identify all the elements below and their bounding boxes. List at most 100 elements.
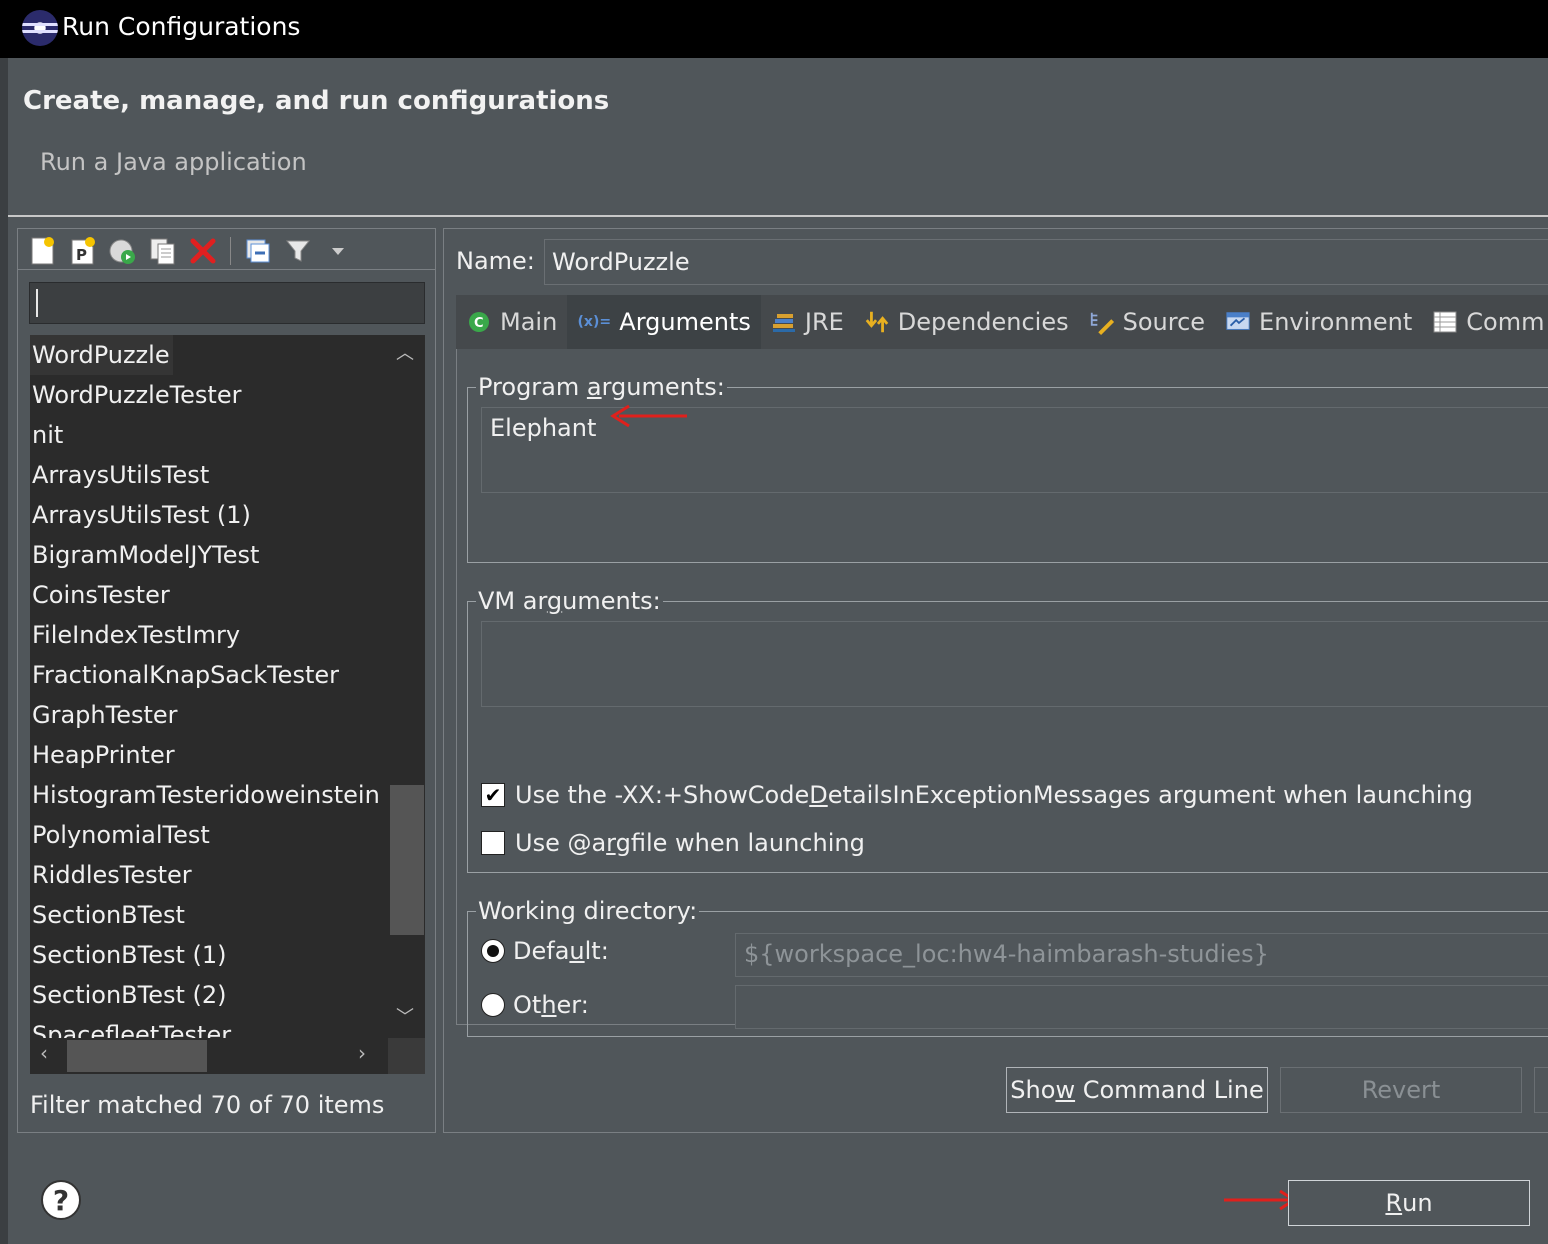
show-command-line-button[interactable]: Sho w Command Line: [1006, 1067, 1268, 1113]
export-icon[interactable]: [106, 234, 140, 268]
working-directory-label: Working directory:: [478, 897, 698, 925]
argfile-checkbox-label: Use @argfile when launching: [515, 829, 865, 857]
configuration-list-panel: P WordPuzzle WordPuzzleTester nit ArraysUti…: [17, 228, 436, 1133]
eclipse-logo-icon: [22, 10, 58, 46]
arguments-icon: (x)=: [577, 314, 612, 330]
other-directory-field[interactable]: [735, 985, 1548, 1029]
configuration-list-item[interactable]: FractionalKnapSackTester: [30, 655, 388, 695]
filter-input[interactable]: [42, 285, 412, 321]
scroll-right-icon[interactable]: ›: [358, 1041, 366, 1065]
dialog-header: Create, manage, and run configurations R…: [8, 58, 1548, 216]
configuration-list-item[interactable]: HeapPrinter: [30, 735, 388, 775]
toolbar-separator: [230, 237, 231, 265]
configuration-list-item[interactable]: SpacefleetTester: [30, 1015, 388, 1038]
header-separator: [8, 215, 1548, 217]
scroll-corner: [388, 1038, 425, 1074]
configuration-list-item[interactable]: WordPuzzleTester: [30, 375, 388, 415]
configuration-list-item[interactable]: ArraysUtilsTest: [30, 455, 388, 495]
tree-vertical-scrollbar[interactable]: ︿ ﹀: [388, 335, 425, 1038]
vertical-scroll-thumb[interactable]: [390, 785, 424, 935]
annotation-arrow-icon: [610, 404, 687, 428]
default-directory-field: ${workspace_loc:hw4-haimbarash-studies}: [735, 933, 1548, 977]
tab-jre-label: JRE: [804, 308, 844, 336]
view-menu-icon[interactable]: [321, 234, 355, 268]
common-icon: [1432, 309, 1458, 335]
configuration-list-item[interactable]: FileIndexTestImry: [30, 615, 388, 655]
toolbar-divider: [18, 269, 435, 270]
default-directory-radio[interactable]: [481, 939, 505, 963]
argfile-checkbox[interactable]: [481, 831, 505, 855]
tab-environment-label: Environment: [1259, 308, 1413, 336]
dialog-subtitle: Run a Java application: [40, 148, 307, 176]
tab-dependencies-label: Dependencies: [897, 308, 1069, 336]
configuration-list-item[interactable]: nit: [30, 415, 388, 455]
other-directory-radio[interactable]: [481, 993, 505, 1017]
configuration-tree[interactable]: WordPuzzle WordPuzzleTester nit ArraysUtils…: [30, 335, 388, 1038]
configuration-list-item[interactable]: SectionBTest (1): [30, 935, 388, 975]
tab-common-label: Comm: [1466, 308, 1545, 336]
arguments-tab-body: Program arguments: Elephant VM arguments…: [456, 349, 1548, 1037]
configuration-list-item[interactable]: SectionBTest (2): [30, 975, 388, 1015]
default-directory-radio-row[interactable]: Default:: [481, 937, 609, 965]
tab-main[interactable]: C Main: [456, 295, 567, 349]
tab-arguments[interactable]: (x)= Arguments: [567, 295, 761, 349]
horizontal-scroll-thumb[interactable]: [67, 1040, 207, 1072]
vm-arguments-textarea[interactable]: [481, 621, 1548, 707]
tree-horizontal-scrollbar[interactable]: ‹ ›: [30, 1038, 425, 1074]
showcode-checkbox[interactable]: ✔: [481, 783, 505, 807]
title-bar: Run Configurations: [0, 0, 1548, 58]
scroll-left-icon[interactable]: ‹: [40, 1041, 48, 1065]
program-arguments-label: Program arguments:: [478, 373, 725, 401]
tab-common[interactable]: Comm: [1422, 295, 1548, 349]
text-cursor: [36, 289, 38, 317]
tab-source[interactable]: Source: [1079, 295, 1215, 349]
showcode-checkbox-row[interactable]: ✔ Use the -XX:+ShowCodeDetailsInExceptio…: [481, 781, 1473, 809]
configuration-list-item[interactable]: ArraysUtilsTest (1): [30, 495, 388, 535]
configuration-editor-panel: Name: C Main (x)= Arguments JRE Dependen…: [443, 228, 1548, 1133]
window-title: Run Configurations: [62, 12, 301, 41]
collapse-all-icon[interactable]: [241, 234, 275, 268]
configuration-toolbar: P: [26, 233, 355, 269]
configuration-list-item[interactable]: PolynomialTest: [30, 815, 388, 855]
svg-text:C: C: [474, 316, 484, 331]
new-prototype-icon[interactable]: P: [66, 234, 100, 268]
window-left-edge: [0, 58, 8, 1244]
scroll-down-icon[interactable]: ﹀: [396, 1003, 414, 1029]
new-launch-configuration-icon[interactable]: [26, 234, 60, 268]
revert-button[interactable]: Revert: [1280, 1067, 1522, 1113]
tab-environment[interactable]: Environment: [1215, 295, 1422, 349]
configuration-list-item[interactable]: RiddlesTester: [30, 855, 388, 895]
main-class-icon: C: [466, 309, 492, 335]
configuration-name-input[interactable]: [544, 239, 1548, 285]
configuration-list-item[interactable]: GraphTester: [30, 695, 388, 735]
tab-dependencies[interactable]: Dependencies: [854, 295, 1079, 349]
configuration-list-item[interactable]: BigramModelJYTest: [30, 535, 388, 575]
vm-arguments-label: VM arguments:: [478, 587, 661, 615]
other-directory-label: Other:: [513, 991, 589, 1019]
tab-main-label: Main: [500, 308, 558, 336]
environment-icon: [1225, 309, 1251, 335]
scroll-up-icon[interactable]: ︿: [396, 339, 414, 365]
duplicate-icon[interactable]: [146, 234, 180, 268]
run-button[interactable]: Run: [1288, 1180, 1530, 1226]
apply-button[interactable]: [1534, 1067, 1548, 1113]
dialog-title: Create, manage, and run configurations: [23, 86, 610, 116]
other-directory-radio-row[interactable]: Other:: [481, 991, 589, 1019]
dependencies-icon: [864, 309, 890, 335]
configuration-list-item[interactable]: SectionBTest: [30, 895, 388, 935]
tab-source-label: Source: [1122, 308, 1206, 336]
filter-icon[interactable]: [281, 234, 315, 268]
configuration-list-item[interactable]: HistogramTesteridoweinstein: [30, 775, 388, 815]
configuration-list-item[interactable]: WordPuzzle: [30, 335, 173, 375]
help-icon[interactable]: ?: [41, 1180, 81, 1220]
name-label: Name:: [456, 247, 535, 275]
configuration-list-item[interactable]: CoinsTester: [30, 575, 388, 615]
filter-input-box[interactable]: [29, 282, 425, 324]
tab-jre[interactable]: JRE: [761, 295, 854, 349]
jre-icon: [771, 309, 797, 335]
argfile-checkbox-row[interactable]: Use @argfile when launching: [481, 829, 865, 857]
source-icon: [1089, 309, 1115, 335]
filter-status-text: Filter matched 70 of 70 items: [30, 1091, 385, 1119]
delete-icon[interactable]: [186, 234, 220, 268]
showcode-checkbox-label: Use the -XX:+ShowCodeDetailsInExceptionM…: [515, 781, 1473, 809]
